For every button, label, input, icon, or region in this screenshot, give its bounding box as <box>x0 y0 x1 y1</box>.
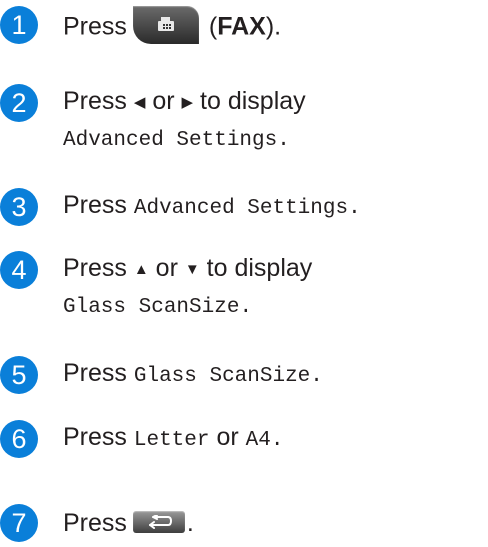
step-text: Press Advanced Settings. <box>63 189 361 225</box>
press-label: Press <box>63 423 127 451</box>
step-text: Press Glass ScanSize. <box>63 357 323 393</box>
back-arrow-icon <box>148 515 172 530</box>
step-number: 2 <box>0 84 38 122</box>
option-a4: A4 <box>245 429 271 452</box>
period: . <box>239 296 253 319</box>
setting-name: Glass ScanSize <box>133 365 311 388</box>
step-number: 1 <box>0 6 38 44</box>
paren-open: ( <box>208 12 218 41</box>
fax-button[interactable] <box>132 6 199 44</box>
step-text: Press (FAX). <box>63 6 282 47</box>
press-label: Press <box>63 12 127 41</box>
back-button[interactable] <box>132 511 185 534</box>
fax-key-name: FAX <box>217 12 266 41</box>
period: . <box>310 365 323 388</box>
left-arrow-icon: ◀ <box>133 94 146 111</box>
period: . <box>277 129 290 152</box>
step-setting-line: Advanced Settings. <box>63 125 290 157</box>
right-arrow-icon: ▶ <box>181 94 194 111</box>
step-number: 3 <box>0 188 38 226</box>
period: . <box>186 509 194 537</box>
step-number: 5 <box>0 356 38 394</box>
or-label: or <box>152 87 175 115</box>
option-letter: Letter <box>133 429 210 452</box>
press-label: Press <box>63 191 127 219</box>
setting-name: Glass ScanSize <box>63 296 240 319</box>
down-arrow-icon: ▼ <box>184 261 200 278</box>
step-number: 6 <box>0 420 38 458</box>
up-arrow-icon: ▲ <box>133 261 149 278</box>
press-label: Press <box>63 87 127 115</box>
fax-machine-icon <box>157 17 174 31</box>
period: . <box>348 197 361 220</box>
to-display-label: to display <box>206 254 313 282</box>
paren-close: ). <box>265 12 282 41</box>
to-display-label: to display <box>200 87 306 115</box>
press-label: Press <box>63 359 127 387</box>
step-text: Press Letter or A4. <box>63 421 283 457</box>
step-text: Press ◀ or ▶ to display <box>63 85 306 121</box>
step-setting-line: Glass ScanSize. <box>63 292 252 324</box>
step-number: 7 <box>0 504 38 542</box>
period: . <box>270 429 284 452</box>
step-number: 4 <box>0 251 38 289</box>
press-label: Press <box>63 254 127 282</box>
setting-name: Advanced Settings <box>133 197 349 220</box>
step-text: Press. <box>63 507 194 539</box>
or-label: or <box>216 423 239 451</box>
step-text: Press ▲ or ▼ to display <box>63 252 312 288</box>
or-label: or <box>155 254 178 282</box>
setting-name: Advanced Settings <box>63 129 278 152</box>
press-label: Press <box>63 509 127 537</box>
